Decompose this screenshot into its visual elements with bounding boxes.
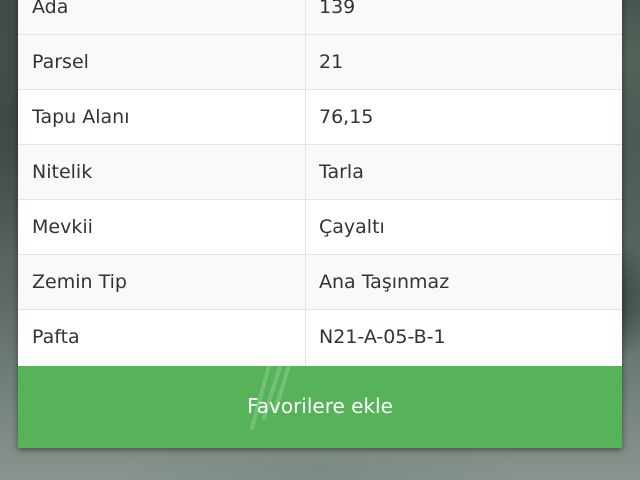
- column-divider: [305, 90, 306, 145]
- table-row-zemin-tip: Zemin Tip Ana Taşınmaz: [18, 255, 622, 310]
- table-row-parsel: Parsel 21: [18, 35, 622, 90]
- column-divider: [305, 310, 306, 365]
- row-value: Çayaltı: [319, 216, 385, 238]
- column-divider: [305, 0, 306, 35]
- table-row-tapu-alani: Tapu Alanı 76,15: [18, 90, 622, 145]
- row-label: Ada: [32, 0, 69, 18]
- row-value: Ana Taşınmaz: [319, 271, 450, 293]
- column-divider: [305, 35, 306, 90]
- row-label: Tapu Alanı: [32, 106, 130, 128]
- row-label: Zemin Tip: [32, 271, 127, 293]
- table-row-mevkii: Mevkii Çayaltı: [18, 200, 622, 255]
- row-value: 21: [319, 51, 344, 73]
- table-row-pafta: Pafta N21-A-05-B-1: [18, 310, 622, 365]
- column-divider: [305, 200, 306, 255]
- row-value: N21-A-05-B-1: [319, 326, 446, 348]
- row-label: Parsel: [32, 51, 89, 73]
- row-label: Mevkii: [32, 216, 93, 238]
- row-value: 76,15: [319, 106, 374, 128]
- column-divider: [305, 145, 306, 200]
- parcel-info-panel: Ada 139 Parsel 21 Tapu Alanı 76,15 Nitel…: [18, 0, 622, 448]
- row-value: Tarla: [319, 161, 364, 183]
- add-to-favorites-button[interactable]: Favorilere ekle: [18, 366, 622, 448]
- row-label: Pafta: [32, 326, 80, 348]
- column-divider: [305, 255, 306, 310]
- table-row-nitelik: Nitelik Tarla: [18, 145, 622, 200]
- table-row-ada: Ada 139: [18, 0, 622, 35]
- row-label: Nitelik: [32, 161, 93, 183]
- row-value: 139: [319, 0, 356, 18]
